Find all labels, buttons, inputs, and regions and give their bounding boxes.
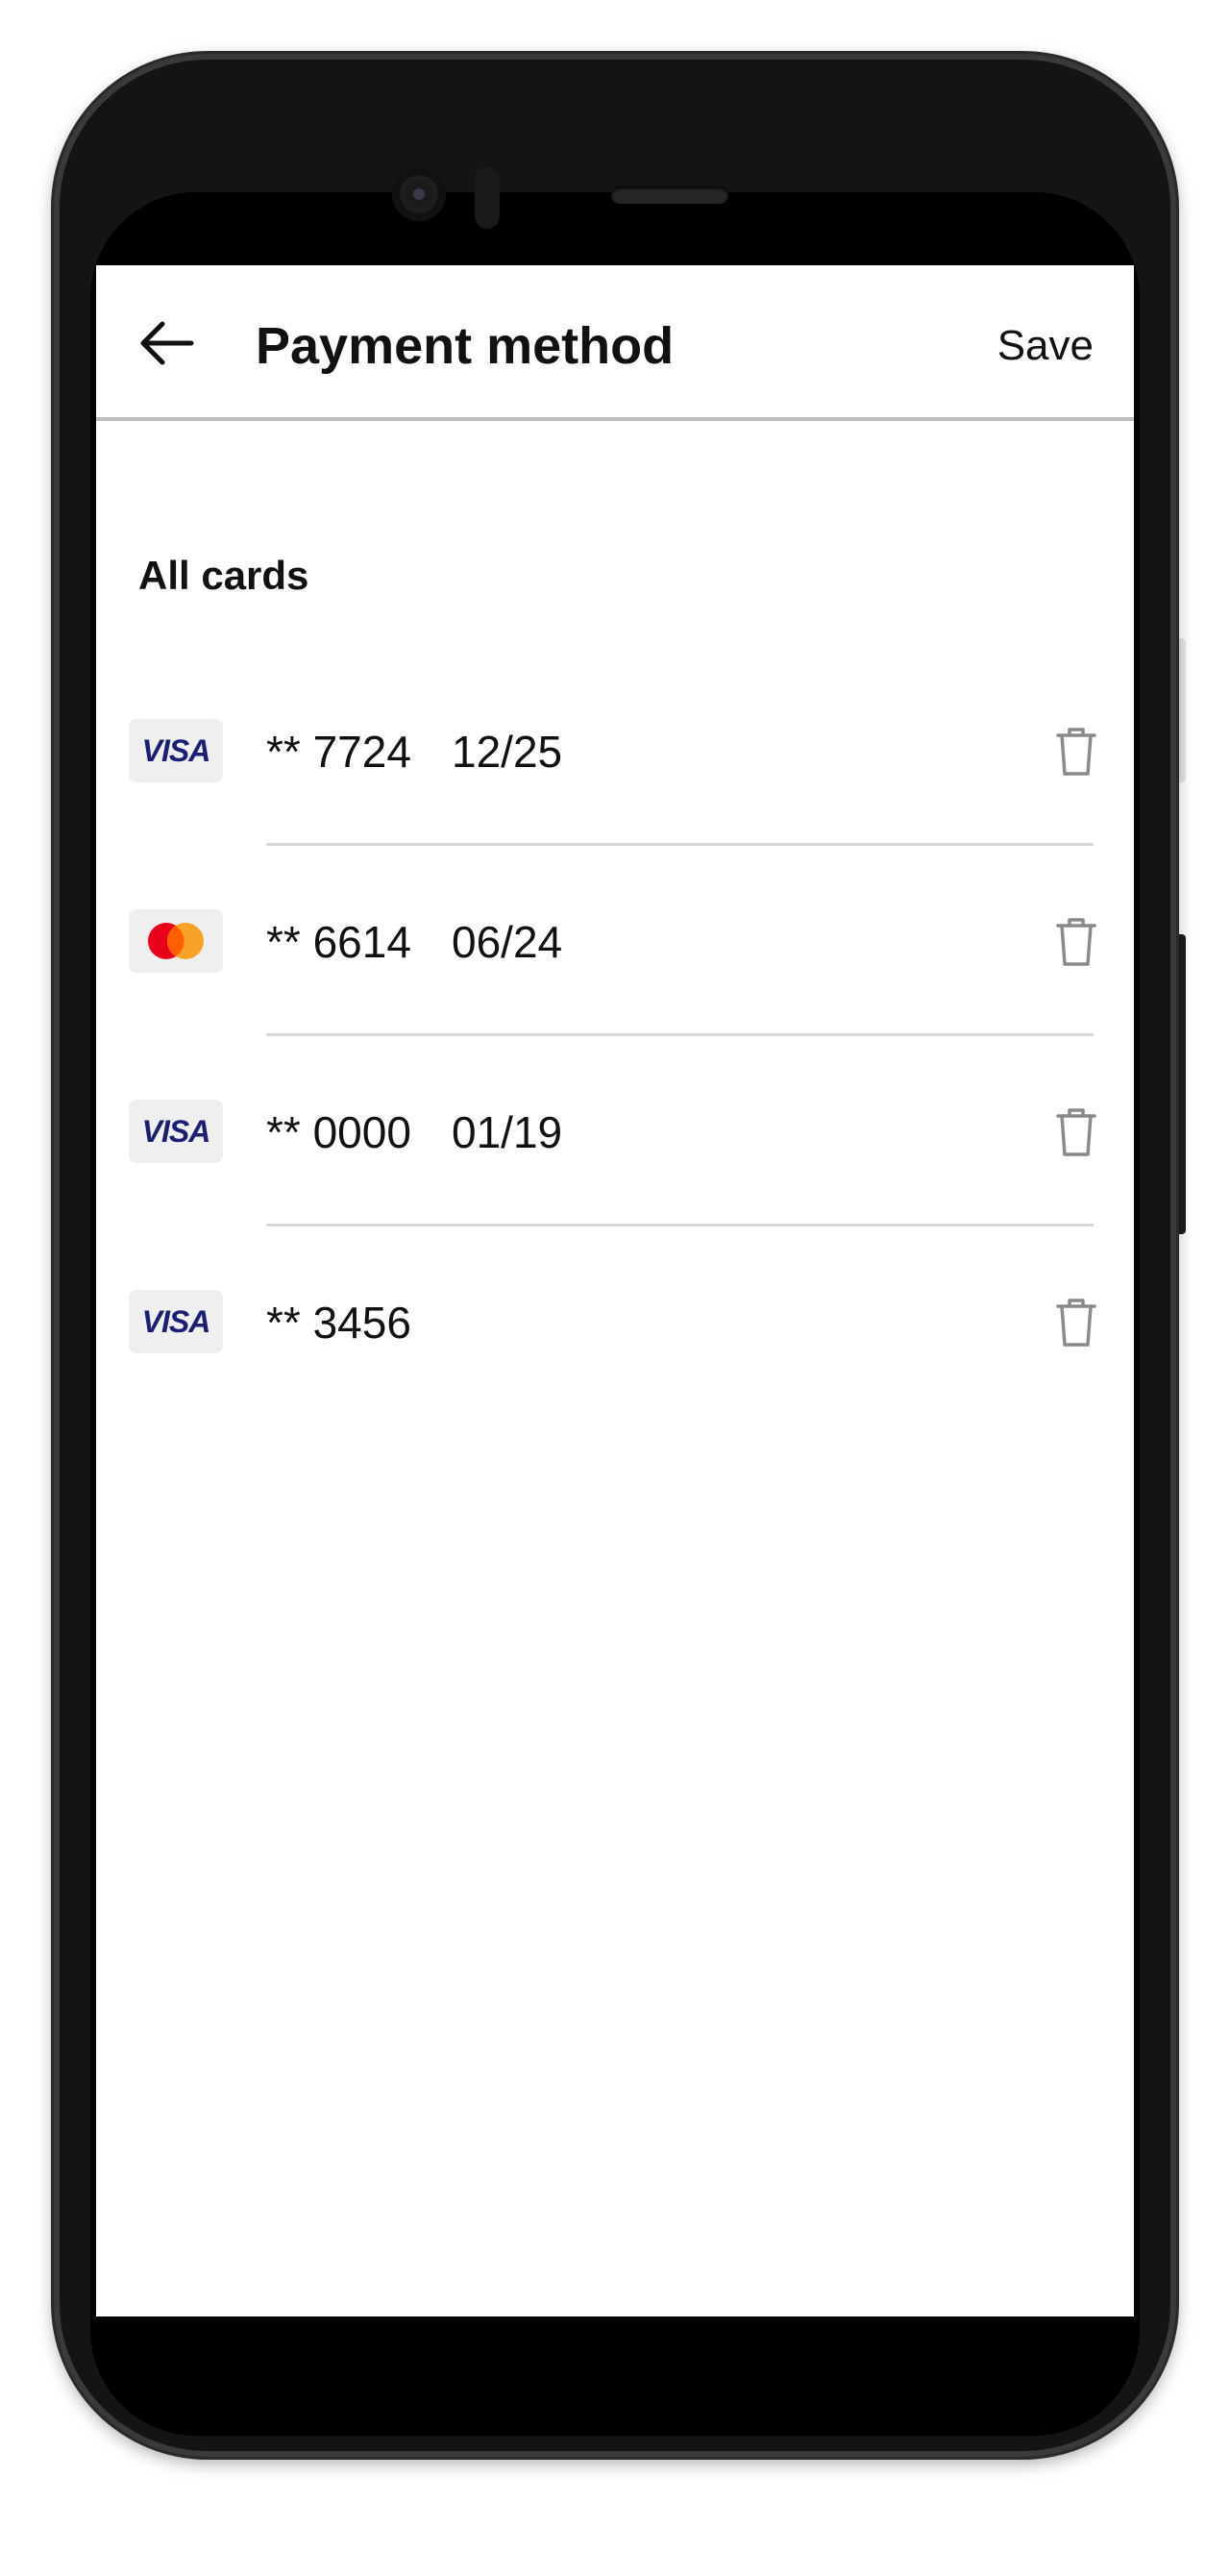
canvas: Payment method Save All cards VISA ** 77… (0, 0, 1230, 2576)
card-number: ** 3456 (266, 1298, 411, 1348)
card-row[interactable]: ** 6614 06/24 (96, 846, 1134, 1036)
card-expiry: 01/19 (452, 1107, 563, 1157)
card-row[interactable]: VISA ** 0000 01/19 (96, 1036, 1134, 1226)
card-row[interactable]: VISA ** 3456 (96, 1226, 1134, 1417)
visa-logo: VISA (129, 1290, 223, 1353)
mastercard-logo (129, 909, 223, 973)
card-number: ** 0000 (266, 1107, 411, 1157)
trash-icon (1056, 728, 1096, 776)
delete-card-button[interactable] (1053, 1296, 1099, 1350)
visa-logo-text: VISA (141, 1303, 211, 1339)
card-row[interactable]: VISA ** 7724 12/25 (96, 656, 1134, 846)
delete-card-button[interactable] (1053, 1105, 1099, 1159)
visa-logo-text: VISA (141, 732, 211, 768)
trash-icon (1056, 1108, 1096, 1156)
proximity-sensor (475, 167, 500, 229)
arrow-left-icon (140, 321, 194, 365)
visa-logo-text: VISA (141, 1113, 211, 1149)
card-expiry: 12/25 (452, 727, 563, 777)
visa-logo: VISA (129, 719, 223, 782)
page-title: Payment method (256, 317, 675, 375)
app-header: Payment method Save (96, 265, 1134, 421)
mastercard-logo-icon (148, 923, 204, 959)
delete-card-button[interactable] (1053, 915, 1099, 969)
card-expiry: 06/24 (452, 917, 563, 967)
card-list: VISA ** 7724 12/25 ** 6614 06/24 VISA **… (96, 656, 1134, 1417)
trash-icon (1056, 918, 1096, 966)
delete-card-button[interactable] (1053, 725, 1099, 779)
earpiece-speaker (611, 186, 728, 204)
app-screen: Payment method Save All cards VISA ** 77… (96, 265, 1134, 2316)
save-button[interactable]: Save (997, 317, 1094, 375)
section-title: All cards (138, 553, 309, 598)
visa-logo: VISA (129, 1100, 223, 1163)
card-number: ** 6614 (266, 917, 411, 967)
trash-icon (1056, 1299, 1096, 1347)
back-button[interactable] (133, 310, 200, 377)
front-camera (392, 167, 446, 221)
card-number: ** 7724 (266, 727, 411, 777)
